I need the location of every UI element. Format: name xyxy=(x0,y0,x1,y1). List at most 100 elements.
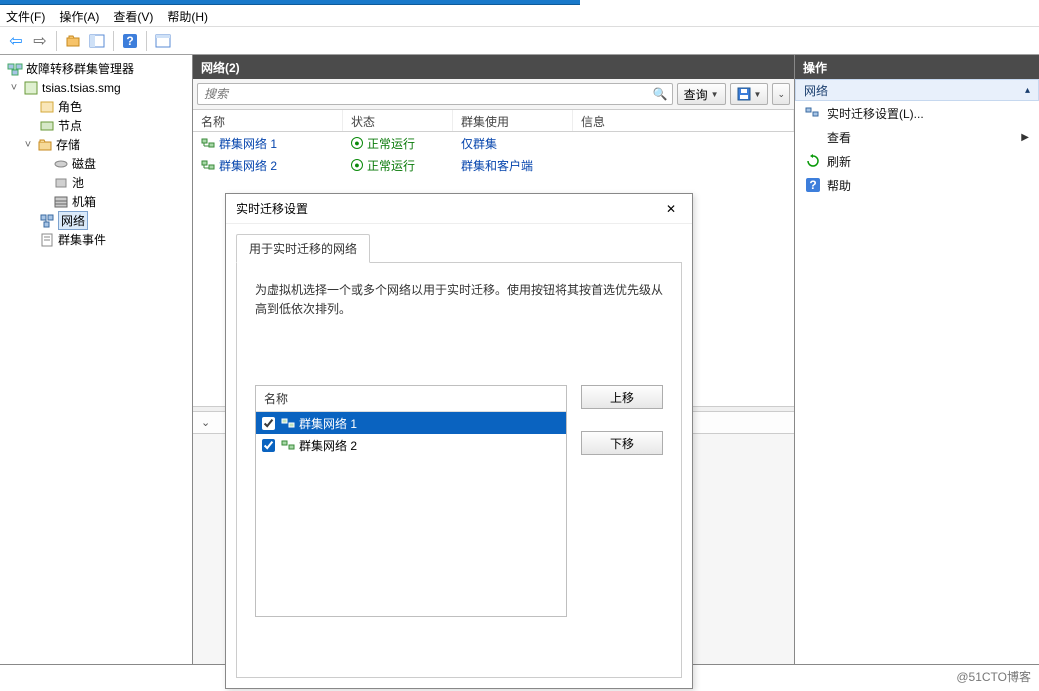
live-migration-dialog: 实时迁移设置 ✕ 用于实时迁移的网络 为虚拟机选择一个或多个网络以用于实时迁移。… xyxy=(225,193,693,689)
nodes-icon xyxy=(39,118,55,134)
close-button[interactable]: ✕ xyxy=(660,198,682,220)
forward-button[interactable] xyxy=(28,30,52,52)
action-refresh[interactable]: 刷新 xyxy=(795,149,1039,173)
tree-storage[interactable]: ˅ 存储 xyxy=(0,135,192,154)
query-button-label: 查询 xyxy=(684,86,708,103)
tab-migration-networks[interactable]: 用于实时迁移的网络 xyxy=(236,234,370,263)
up-level-button[interactable] xyxy=(61,30,85,52)
close-icon: ✕ xyxy=(666,202,676,216)
move-down-button[interactable]: 下移 xyxy=(581,431,663,455)
row-name: 群集网络 2 xyxy=(219,157,277,174)
actions-group-label: 网络 xyxy=(804,82,828,99)
tree-roles[interactable]: 角色 xyxy=(0,97,192,116)
dialog-titlebar: 实时迁移设置 ✕ xyxy=(226,194,692,224)
tree-networks[interactable]: 网络 xyxy=(0,211,192,230)
toolbar-separator xyxy=(113,31,114,51)
network-list-item[interactable]: 群集网络 2 xyxy=(256,434,566,456)
chevron-down-icon: ⌄ xyxy=(201,416,210,429)
row-status: 正常运行 xyxy=(367,157,415,174)
tree-root[interactable]: 故障转移群集管理器 xyxy=(0,59,192,78)
tree-pools[interactable]: 池 xyxy=(0,173,192,192)
row-usage: 群集和客户端 xyxy=(461,157,533,174)
more-options-button[interactable]: ⌄ xyxy=(772,83,790,105)
row-usage: 仅群集 xyxy=(461,135,497,152)
menu-file[interactable]: 文件(F) xyxy=(6,8,45,23)
col-status[interactable]: 状态 xyxy=(343,110,453,131)
menu-help[interactable]: 帮助(H) xyxy=(167,8,208,23)
network-list-item[interactable]: 群集网络 1 xyxy=(256,412,566,434)
chevron-right-icon: ▶ xyxy=(1021,132,1029,143)
row-status: 正常运行 xyxy=(367,135,415,152)
col-usage[interactable]: 群集使用 xyxy=(453,110,573,131)
action-label: 刷新 xyxy=(827,153,851,170)
search-icon: 🔍 xyxy=(653,87,668,101)
action-label: 查看 xyxy=(827,129,851,146)
status-ok-icon: ● xyxy=(351,137,363,149)
menu-bar: 文件(F) 操作(A) 查看(V) 帮助(H) xyxy=(0,5,1039,27)
network-item-icon xyxy=(201,158,215,172)
save-dropdown-button[interactable]: ▼ xyxy=(730,83,769,105)
network-row[interactable]: 群集网络 2 ● 正常运行 群集和客户端 xyxy=(193,154,794,176)
move-up-button[interactable]: 上移 xyxy=(581,385,663,409)
tree-roles-label: 角色 xyxy=(58,98,82,115)
expand-toggle[interactable]: ˅ xyxy=(8,82,20,94)
network-settings-icon xyxy=(805,105,821,121)
roles-icon xyxy=(39,99,55,115)
show-tree-button[interactable] xyxy=(85,30,109,52)
actions-group-header[interactable]: 网络 ▴ xyxy=(795,79,1039,101)
svg-text:?: ? xyxy=(126,34,133,48)
chevron-down-icon: ▼ xyxy=(711,90,719,99)
menu-action[interactable]: 操作(A) xyxy=(59,8,99,23)
back-button[interactable] xyxy=(4,30,28,52)
search-input[interactable] xyxy=(202,86,653,102)
tree-pane: 故障转移群集管理器 ˅ tsias.tsias.smg 角色 节点 xyxy=(0,55,193,664)
watermark: @51CTO博客 xyxy=(956,668,1031,685)
network-icon xyxy=(39,213,55,229)
tree-cluster[interactable]: ˅ tsias.tsias.smg xyxy=(0,78,192,97)
action-view[interactable]: 查看 ▶ xyxy=(795,125,1039,149)
save-icon xyxy=(737,87,751,101)
cluster-manager-icon xyxy=(7,61,23,77)
network-item-icon xyxy=(281,438,295,452)
search-box[interactable]: 🔍 xyxy=(197,83,673,105)
tree-disks[interactable]: 磁盘 xyxy=(0,154,192,173)
tree-events[interactable]: 群集事件 xyxy=(0,230,192,249)
disk-icon xyxy=(53,156,69,172)
properties-toolbar-button[interactable] xyxy=(151,30,175,52)
tree-nodes[interactable]: 节点 xyxy=(0,116,192,135)
col-info[interactable]: 信息 xyxy=(573,110,794,131)
panel-icon xyxy=(155,33,171,49)
network-item-label: 群集网络 1 xyxy=(299,415,357,432)
tree-disks-label: 磁盘 xyxy=(72,155,96,172)
help-toolbar-button[interactable]: ? xyxy=(118,30,142,52)
content-title: 网络(2) xyxy=(193,55,794,79)
network-row[interactable]: 群集网络 1 ● 正常运行 仅群集 xyxy=(193,132,794,154)
action-help[interactable]: ? 帮助 xyxy=(795,173,1039,197)
menu-view[interactable]: 查看(V) xyxy=(113,8,153,23)
action-label: 实时迁移设置(L)... xyxy=(827,105,924,122)
query-button[interactable]: 查询 ▼ xyxy=(677,83,726,105)
enclosure-icon xyxy=(53,194,69,210)
network-checkbox[interactable] xyxy=(262,417,275,430)
tree-pools-label: 池 xyxy=(72,174,84,191)
list-column-name: 名称 xyxy=(256,386,566,412)
status-ok-icon: ● xyxy=(351,159,363,171)
action-label: 帮助 xyxy=(827,177,851,194)
network-item-icon xyxy=(281,416,295,430)
expand-toggle[interactable]: ˅ xyxy=(22,139,34,151)
dialog-body: 用于实时迁移的网络 为虚拟机选择一个或多个网络以用于实时迁移。使用按钮将其按首选… xyxy=(226,224,692,688)
cluster-icon xyxy=(23,80,39,96)
help-icon: ? xyxy=(122,33,138,49)
toolbar-separator xyxy=(56,31,57,51)
arrow-left-icon xyxy=(9,31,22,51)
help-icon: ? xyxy=(805,177,821,193)
panel-icon xyxy=(89,33,105,49)
tree-events-label: 群集事件 xyxy=(58,231,106,248)
col-name[interactable]: 名称 xyxy=(193,110,343,131)
network-checkbox[interactable] xyxy=(262,439,275,452)
svg-text:?: ? xyxy=(809,178,816,192)
storage-icon xyxy=(37,137,53,153)
tree-enclosures[interactable]: 机箱 xyxy=(0,192,192,211)
arrow-right-icon xyxy=(33,31,46,51)
action-live-migration-settings[interactable]: 实时迁移设置(L)... xyxy=(795,101,1039,125)
